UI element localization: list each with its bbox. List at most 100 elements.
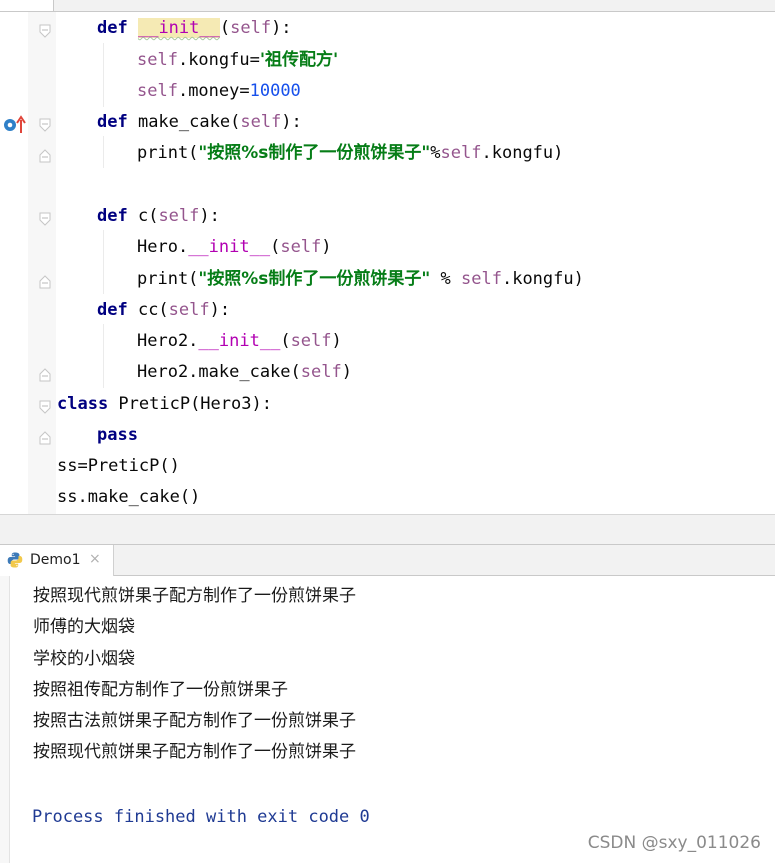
code-token: ): bbox=[209, 300, 231, 320]
code-token: cc( bbox=[127, 300, 169, 320]
code-text: Hero2.make_cake(self) bbox=[137, 362, 352, 382]
code-token: self bbox=[440, 143, 482, 163]
code-line[interactable]: Hero2.make_cake(self) bbox=[0, 356, 775, 387]
fold-marker-icon[interactable] bbox=[37, 399, 53, 415]
code-token: % bbox=[430, 269, 462, 289]
code-text: def make_cake(self): bbox=[97, 112, 302, 132]
code-line[interactable]: self.kongfu='祖传配方' bbox=[0, 44, 775, 75]
python-file-icon bbox=[7, 552, 23, 568]
code-token: ss=PreticP() bbox=[57, 456, 180, 476]
code-token: .kongfu) bbox=[481, 143, 564, 163]
code-text: self.money=10000 bbox=[137, 81, 301, 101]
code-line[interactable]: def cc(self): bbox=[0, 294, 775, 325]
console-output-line: 按照现代煎饼果子配方制作了一份煎饼果子 bbox=[33, 586, 356, 606]
code-text: ss=PreticP() bbox=[57, 456, 180, 476]
editor-run-divider[interactable] bbox=[0, 514, 775, 544]
editor-file-tab[interactable] bbox=[0, 0, 54, 12]
code-line[interactable]: ss=PreticP() bbox=[0, 450, 775, 481]
code-token: print( bbox=[137, 143, 199, 163]
code-text: def cc(self): bbox=[97, 300, 230, 320]
code-token: self bbox=[300, 362, 342, 382]
console-output-line: 师傅的大烟袋 bbox=[33, 617, 135, 637]
override-method-icon[interactable] bbox=[2, 114, 28, 134]
code-token: self bbox=[461, 269, 502, 289]
code-token: def bbox=[97, 300, 128, 320]
code-line[interactable]: def __init__(self): bbox=[0, 12, 775, 43]
fold-marker-icon[interactable] bbox=[37, 367, 53, 383]
code-line[interactable]: pass bbox=[0, 419, 775, 450]
code-token: "按照%s制作了一份煎饼果子" bbox=[198, 269, 431, 289]
code-token: pass bbox=[97, 425, 138, 445]
code-token: self bbox=[290, 331, 332, 351]
code-text: Hero2.__init__(self) bbox=[137, 331, 342, 351]
code-token: self bbox=[168, 300, 210, 320]
code-line[interactable]: print("按照%s制作了一份煎饼果子" % self.kongfu) bbox=[0, 263, 775, 294]
code-token: __init__ bbox=[198, 331, 281, 351]
code-token: Hero. bbox=[137, 237, 189, 257]
watermark: CSDN @sxy_011026 bbox=[587, 833, 761, 853]
code-token: Hero2.make_cake( bbox=[137, 362, 301, 382]
code-line[interactable]: Hero2.__init__(self) bbox=[0, 325, 775, 356]
fold-marker-icon[interactable] bbox=[37, 274, 53, 290]
code-line[interactable] bbox=[0, 169, 775, 200]
console-output-line: 按照祖传配方制作了一份煎饼果子 bbox=[33, 680, 288, 700]
process-exit-message: Process finished with exit code 0 bbox=[32, 807, 370, 827]
code-token: ( bbox=[270, 237, 281, 257]
code-line[interactable]: def c(self): bbox=[0, 200, 775, 231]
code-token: self bbox=[158, 206, 200, 226]
code-line[interactable]: Hero.__init__(self) bbox=[0, 231, 775, 262]
code-token: self bbox=[280, 237, 322, 257]
code-token: self bbox=[137, 81, 178, 101]
code-text: def __init__(self): bbox=[97, 18, 292, 38]
code-token: def bbox=[97, 112, 128, 132]
code-text: print("按照%s制作了一份煎饼果子" % self.kongfu) bbox=[137, 269, 584, 289]
code-line[interactable]: ss.make_cake() bbox=[0, 481, 775, 512]
code-editor[interactable]: def __init__(self): self.kongfu='祖传配方' sel… bbox=[0, 12, 775, 514]
code-text: class PreticP(Hero3): bbox=[57, 394, 272, 414]
code-token: ): bbox=[271, 18, 292, 38]
code-token: ) bbox=[331, 331, 342, 351]
code-token: '祖传配方' bbox=[259, 50, 339, 70]
fold-marker-icon[interactable] bbox=[37, 148, 53, 164]
fold-marker-icon[interactable] bbox=[37, 23, 53, 39]
run-tabs-bar: Demo1 × bbox=[0, 544, 775, 576]
code-text: pass bbox=[97, 425, 138, 445]
code-token: self bbox=[240, 112, 282, 132]
code-token: .kongfu) bbox=[501, 269, 584, 289]
code-token: ) bbox=[341, 362, 352, 382]
code-text: def c(self): bbox=[97, 206, 220, 226]
code-token: ( bbox=[230, 112, 241, 132]
run-tab-demo1[interactable]: Demo1 × bbox=[0, 545, 114, 576]
code-token: make_cake bbox=[127, 112, 231, 132]
editor-tab-strip bbox=[0, 0, 775, 12]
code-token: __init__ bbox=[137, 18, 220, 38]
code-token: def bbox=[97, 18, 128, 38]
code-token: PreticP(Hero3): bbox=[108, 394, 272, 414]
code-text: ss.make_cake() bbox=[57, 487, 200, 507]
code-token: c( bbox=[127, 206, 159, 226]
code-line[interactable]: def make_cake(self): bbox=[0, 106, 775, 137]
code-text: self.kongfu='祖传配方' bbox=[137, 50, 338, 70]
code-token: % bbox=[430, 143, 441, 163]
console-output-line: 按照古法煎饼果子配方制作了一份煎饼果子 bbox=[33, 711, 356, 731]
close-icon[interactable]: × bbox=[89, 551, 101, 567]
code-text: print("按照%s制作了一份煎饼果子"%self.kongfu) bbox=[137, 143, 563, 163]
code-token: Hero2. bbox=[137, 331, 199, 351]
run-console[interactable]: 按照现代煎饼果子配方制作了一份煎饼果子 师傅的大烟袋 学校的小烟袋 按照祖传配方… bbox=[0, 576, 775, 863]
code-token: print( bbox=[137, 269, 199, 289]
code-token: __init__ bbox=[188, 237, 271, 257]
fold-marker-icon[interactable] bbox=[37, 211, 53, 227]
code-token: ( bbox=[219, 18, 231, 38]
code-line[interactable]: print("按照%s制作了一份煎饼果子"%self.kongfu) bbox=[0, 137, 775, 168]
code-line[interactable]: class PreticP(Hero3): bbox=[0, 388, 775, 419]
code-token: "按照%s制作了一份煎饼果子" bbox=[198, 143, 431, 163]
code-token: ( bbox=[280, 331, 291, 351]
code-token: self bbox=[137, 50, 178, 70]
fold-marker-icon[interactable] bbox=[37, 430, 53, 446]
code-token: self bbox=[230, 18, 272, 38]
fold-marker-icon[interactable] bbox=[37, 117, 53, 133]
code-token: class bbox=[57, 394, 109, 414]
code-line[interactable]: self.money=10000 bbox=[0, 75, 775, 106]
run-tab-label: Demo1 bbox=[30, 552, 81, 568]
